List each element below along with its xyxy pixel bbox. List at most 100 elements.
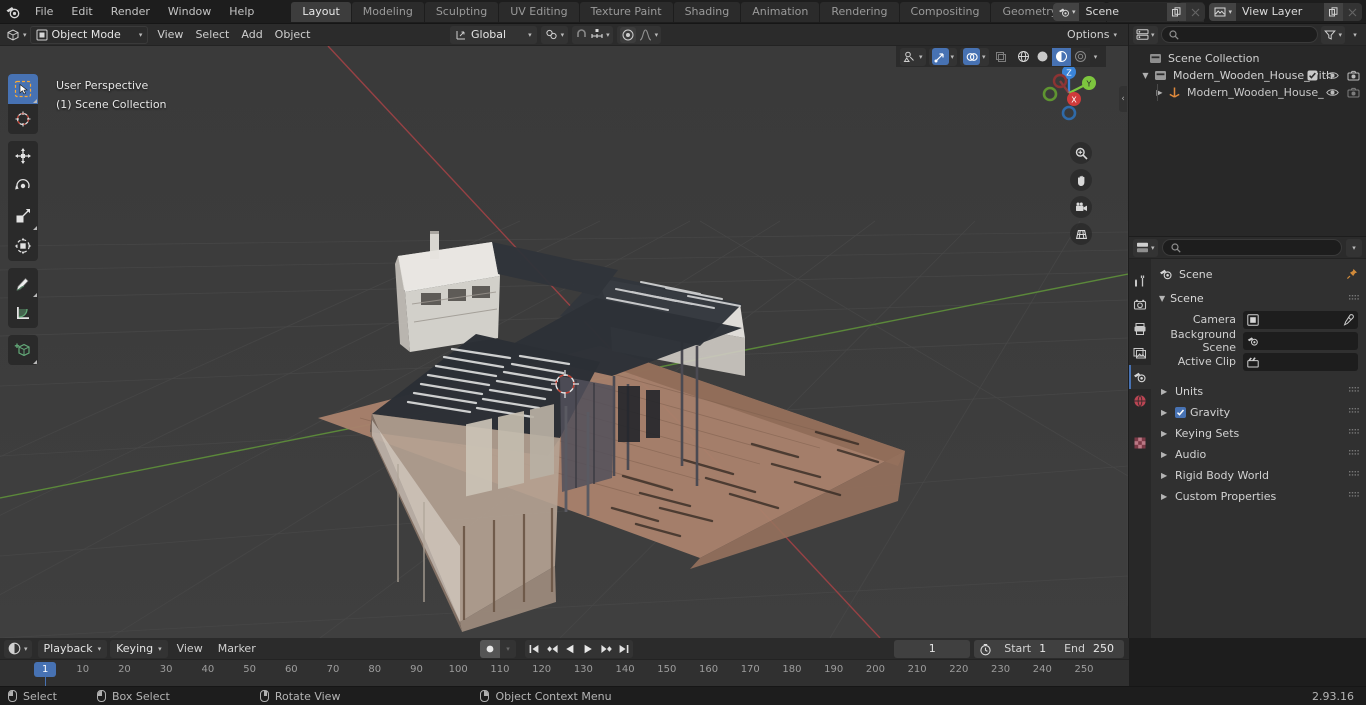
transform-orientation-selector[interactable]: Global ▾ (450, 25, 537, 44)
tab-texture-paint[interactable]: Texture Paint (579, 1, 673, 22)
blender-logo-icon[interactable] (0, 0, 26, 24)
timeline-playhead[interactable]: 1 (34, 662, 57, 677)
next-keyframe-icon[interactable] (597, 640, 615, 658)
timeline-ruler[interactable]: 10 20 30 40 50 60 70 80 90 100 110 120 130 140 150 160 1… (0, 660, 1129, 686)
timeline-menu-view[interactable]: View (171, 640, 209, 658)
overlays-toggle[interactable]: ▾ (960, 47, 989, 66)
timeline-editor-icon[interactable]: ▾ (4, 639, 32, 658)
tab-animation[interactable]: Animation (741, 1, 820, 22)
shading-material-preview-button[interactable] (1051, 47, 1071, 66)
toggle-perspective-icon[interactable] (1070, 223, 1092, 245)
add-cube-tool[interactable] (8, 335, 38, 365)
play-reverse-icon[interactable] (561, 640, 579, 658)
keying-menu[interactable]: Keying ▾ (110, 639, 168, 658)
snap-target-icon[interactable] (590, 28, 604, 41)
jump-end-icon[interactable] (615, 640, 633, 658)
start-value[interactable]: 1 (1037, 640, 1056, 658)
view-layer-icon[interactable]: ▾ (1209, 3, 1236, 21)
menu-render[interactable]: Render (102, 2, 159, 21)
background-scene-field[interactable] (1243, 331, 1358, 350)
auto-keying-chevron[interactable]: ▾ (500, 645, 516, 653)
eye-icon[interactable] (1326, 87, 1339, 98)
expand-triangle-icon[interactable]: ▶ (1161, 387, 1169, 396)
tab-compositing[interactable]: Compositing (899, 1, 991, 22)
viewport-menu-object[interactable]: Object (269, 26, 317, 44)
tab-shading[interactable]: Shading (673, 1, 741, 22)
new-scene-icon[interactable] (1167, 3, 1187, 21)
tab-sculpting[interactable]: Sculpting (424, 1, 499, 22)
pin-icon[interactable] (1346, 268, 1358, 280)
rigid-body-world-panel[interactable]: ▶ Rigid Body World (1151, 465, 1366, 486)
shading-wireframe-button[interactable] (1013, 47, 1033, 66)
pan-hand-icon[interactable] (1070, 169, 1092, 191)
xray-toggle[interactable] (991, 47, 1011, 66)
camera-view-icon[interactable] (1070, 196, 1092, 218)
jump-start-icon[interactable] (525, 640, 543, 658)
tab-layout[interactable]: Layout (291, 1, 351, 22)
snap-controls[interactable]: ▾ (572, 25, 613, 44)
scene-panel-header[interactable]: ▼ Scene (1151, 289, 1366, 308)
expand-triangle-icon[interactable]: ▶ (1161, 471, 1169, 480)
outliner-filter-button[interactable]: ▾ (1321, 25, 1345, 44)
falloff-curve-icon[interactable] (639, 28, 652, 41)
tool-tab[interactable] (1129, 269, 1151, 293)
world-tab[interactable] (1129, 389, 1151, 413)
properties-options-chevron[interactable]: ▾ (1346, 238, 1362, 257)
move-tool[interactable] (8, 141, 38, 171)
menu-file[interactable]: File (26, 2, 62, 21)
playback-menu[interactable]: Playback ▾ (37, 639, 108, 658)
outliner-options-chevron[interactable]: ▾ (1348, 31, 1362, 39)
custom-properties-panel[interactable]: ▶ Custom Properties (1151, 486, 1366, 507)
timeline-menu-marker[interactable]: Marker (212, 640, 262, 658)
view-layer-selector[interactable]: ▾ View Layer (1209, 3, 1362, 21)
texture-tab[interactable] (1129, 431, 1151, 455)
expand-triangle-icon[interactable]: ▼ (1139, 71, 1152, 80)
viewport-options-button[interactable]: Options ▾ (1061, 25, 1123, 44)
expand-triangle-icon[interactable]: ▶ (1153, 88, 1166, 97)
audio-panel[interactable]: ▶ Audio (1151, 444, 1366, 465)
outliner-display-mode-icon[interactable]: ▾ (1133, 25, 1158, 44)
shading-rendered-button[interactable] (1070, 47, 1090, 66)
play-icon[interactable] (579, 640, 597, 658)
render-camera-tab[interactable] (1129, 293, 1151, 317)
viewport-menu-view[interactable]: View (151, 26, 189, 44)
outliner-row-house-collection[interactable]: ▼ Modern_Wooden_House_with (1129, 67, 1366, 84)
rotate-tool[interactable] (8, 171, 38, 201)
auto-keying-group[interactable]: ▾ (480, 640, 516, 658)
scene-name-field[interactable]: Scene (1079, 3, 1168, 21)
measure-tool[interactable] (8, 298, 38, 328)
camera-render-icon[interactable] (1347, 70, 1360, 81)
scale-tool[interactable] (8, 201, 38, 231)
expand-triangle-icon[interactable]: ▶ (1161, 492, 1169, 501)
tab-modeling[interactable]: Modeling (351, 1, 424, 22)
shading-options-chevron[interactable]: ▾ (1089, 47, 1102, 66)
active-clip-field[interactable] (1243, 352, 1358, 371)
new-view-layer-icon[interactable] (1324, 3, 1343, 21)
tab-rendering[interactable]: Rendering (820, 1, 899, 22)
collection-checkbox[interactable] (1307, 70, 1318, 81)
modern-wooden-house-model[interactable] (0, 46, 1128, 638)
viewport-sidebar-toggle[interactable]: ‹ (1119, 86, 1127, 112)
outliner-search-input[interactable] (1160, 26, 1319, 43)
end-value[interactable]: 250 (1091, 640, 1124, 658)
proportional-editing-controls[interactable]: ▾ (616, 25, 662, 44)
object-mode-selector[interactable]: Object Mode ▾ (29, 25, 149, 44)
camera-field[interactable] (1243, 310, 1358, 329)
current-frame-field[interactable]: 1 (894, 640, 971, 658)
object-visibility-selector[interactable]: ▾ (900, 47, 926, 66)
proportional-edit-icon[interactable] (619, 26, 636, 43)
view-layer-images-tab[interactable] (1129, 341, 1151, 365)
output-printer-tab[interactable] (1129, 317, 1151, 341)
panel-collapse-triangle-icon[interactable]: ▼ (1159, 294, 1165, 303)
gizmo-toggle[interactable]: ▾ (928, 47, 958, 66)
3d-viewport[interactable]: User Perspective (1) Scene Collection Z … (0, 46, 1128, 638)
scene-icon[interactable]: ▾ (1052, 3, 1080, 21)
auto-keying-icon[interactable] (480, 640, 500, 658)
zoom-icon[interactable] (1070, 142, 1092, 164)
shading-solid-button[interactable] (1032, 47, 1052, 66)
gravity-checkbox[interactable] (1175, 407, 1186, 418)
eye-icon[interactable] (1326, 70, 1339, 81)
scene-tab[interactable] (1129, 365, 1151, 389)
outliner-row-scene-collection[interactable]: Scene Collection (1129, 50, 1366, 67)
units-panel[interactable]: ▶ Units (1151, 381, 1366, 402)
